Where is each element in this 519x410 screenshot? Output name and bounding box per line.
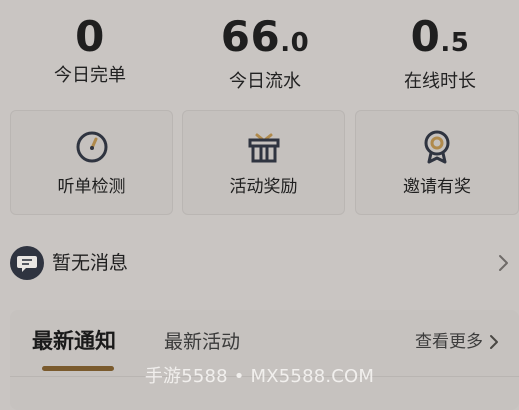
stats-row: 0 今日完单 66.0 今日流水 0.5 在线时长 <box>0 0 519 100</box>
chevron-right-icon[interactable] <box>489 334 499 350</box>
stat-orders[interactable]: 0 今日完单 <box>10 12 170 88</box>
stat-orders-value: 0 <box>75 12 105 61</box>
stat-orders-label: 今日完单 <box>54 65 126 86</box>
stat-online-time[interactable]: 0.5 在线时长 <box>360 12 519 94</box>
message-row[interactable]: 暂无消息 <box>0 240 519 286</box>
tab-latest-notices[interactable]: 最新通知 <box>32 326 116 356</box>
tile-activity-rewards-label: 活动奖励 <box>229 177 298 197</box>
tile-order-check[interactable]: 听单检测 <box>10 110 173 215</box>
gauge-icon <box>76 131 107 163</box>
watermark: 手游5588 • MX5588.COM <box>144 366 375 387</box>
notice-card: 最新通知 最新活动 查看更多 <box>10 310 519 410</box>
tile-order-check-label: 听单检测 <box>57 177 126 197</box>
gift-icon <box>248 133 279 163</box>
tab-latest-activities[interactable]: 最新活动 <box>164 328 240 356</box>
stat-online-value: 0.5 <box>410 12 470 61</box>
message-bubble-icon <box>10 246 44 280</box>
stat-revenue-label: 今日流水 <box>229 71 301 92</box>
tile-invite-rewards[interactable]: 邀请有奖 <box>355 110 519 215</box>
message-text: 暂无消息 <box>52 252 129 274</box>
chevron-right-icon <box>499 255 508 271</box>
stat-revenue-value: 66.0 <box>220 12 310 61</box>
tile-activity-rewards[interactable]: 活动奖励 <box>182 110 345 215</box>
tile-invite-rewards-label: 邀请有奖 <box>403 177 471 197</box>
award-medal-icon <box>424 130 450 164</box>
stat-online-label: 在线时长 <box>404 71 476 92</box>
stat-revenue[interactable]: 66.0 今日流水 <box>185 12 345 94</box>
view-more-link[interactable]: 查看更多 <box>415 329 483 355</box>
